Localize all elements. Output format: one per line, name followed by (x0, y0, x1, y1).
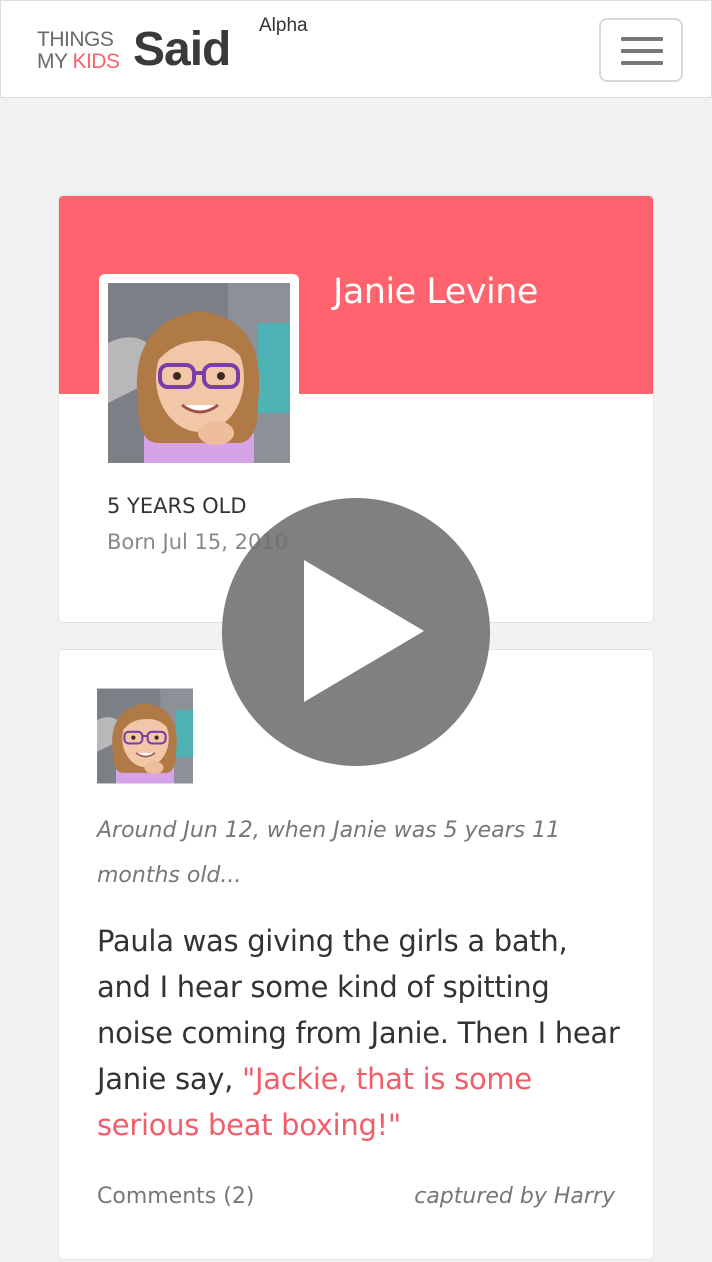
logo-said: Said (133, 23, 231, 76)
navbar: THINGS MY KIDS Said Alpha (0, 0, 712, 98)
comments-link[interactable]: Comments (2) (97, 1184, 254, 1209)
logo-kids: KIDS (72, 50, 120, 73)
play-button[interactable] (222, 498, 490, 766)
alpha-badge: Alpha (259, 15, 308, 36)
quote-timestamp: Around Jun 12, when Janie was 5 years 11… (97, 818, 561, 888)
profile-avatar[interactable] (99, 274, 299, 470)
play-icon (304, 560, 424, 702)
logo-things: THINGS (37, 28, 114, 51)
menu-toggle-button[interactable] (599, 18, 683, 82)
quote-avatar[interactable] (97, 688, 193, 784)
child-age: 5 YEARS OLD (107, 494, 247, 518)
logo-my: MY (37, 50, 68, 73)
child-name[interactable]: Janie Levine (333, 272, 538, 312)
child-photo (108, 283, 290, 463)
logo-my-kids: MY KIDS (37, 50, 120, 73)
quote-text: Paula was giving the girls a bath, and I… (97, 918, 627, 1148)
captured-by: captured by Harry (414, 1184, 615, 1209)
site-logo[interactable]: THINGS MY KIDS Said (37, 23, 247, 77)
